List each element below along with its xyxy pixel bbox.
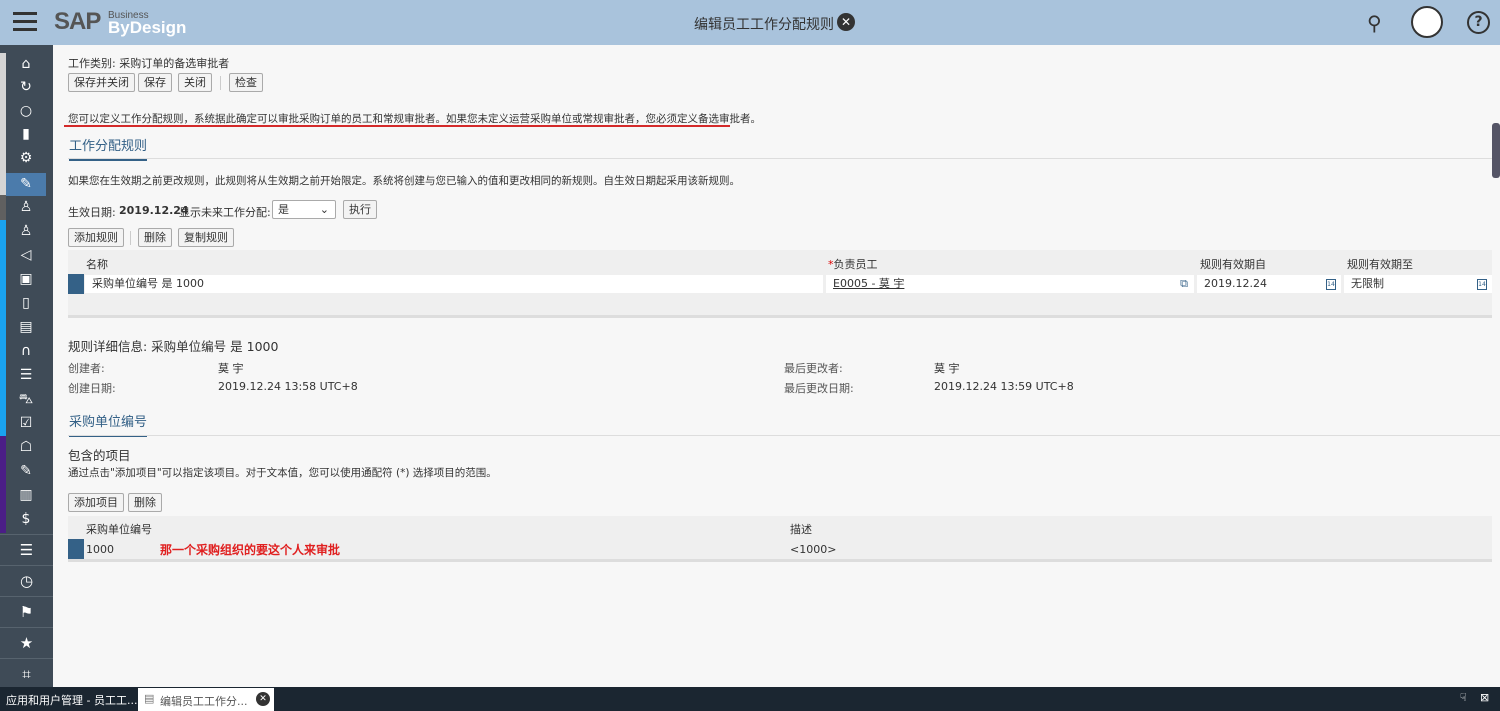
- side-panel-handle[interactable]: [1492, 123, 1500, 178]
- invoice-icon[interactable]: ▯: [6, 292, 46, 315]
- row-selector[interactable]: [68, 274, 84, 294]
- headset-icon[interactable]: ∩: [6, 340, 46, 363]
- taskbar: 应用和用户管理 - 员工工... ▤ 编辑员工工作分... ✕ ☟ ⊠: [0, 687, 1500, 711]
- effective-date-label: 生效日期:: [68, 206, 116, 219]
- expense-icon[interactable]: $: [6, 508, 46, 531]
- sap-logo: SAP Business ByDesign: [54, 8, 187, 37]
- divider: [68, 158, 1500, 159]
- info-text: 您可以定义工作分配规则，系统据此确定可以审批采购订单的员工和常规审批者。如果您未…: [68, 113, 761, 125]
- taskbar-tab[interactable]: 应用和用户管理 - 员工工...: [6, 692, 137, 708]
- document-icon: ▤: [144, 692, 155, 705]
- menu-icon[interactable]: [13, 12, 37, 32]
- add-item-button[interactable]: 添加项目: [68, 493, 124, 512]
- items-table: 采购单位编号 描述 1000 那一个采购组织的要这个人来审批 <1000>: [68, 516, 1492, 562]
- save-close-button[interactable]: 保存并关闭: [68, 73, 135, 92]
- employee-cost-icon[interactable]: ▤: [6, 316, 46, 339]
- items-title: 包含的项目: [68, 448, 131, 463]
- valid-to-field[interactable]: 无限制 14: [1344, 275, 1492, 293]
- changed-by: 莫 宇: [934, 362, 960, 375]
- delete-rule-button[interactable]: 删除: [138, 228, 172, 247]
- car-icon[interactable]: ⛍: [6, 388, 46, 411]
- flag-icon[interactable]: ⚑: [0, 596, 53, 627]
- calendar-icon[interactable]: 14: [1326, 279, 1336, 290]
- user-edit-icon[interactable]: ✎: [6, 173, 46, 196]
- valid-from-field[interactable]: 2019.12.24 14: [1197, 275, 1341, 293]
- divider: [68, 435, 1500, 436]
- changed-on-label: 最后更改日期:: [784, 382, 854, 395]
- favorites-icon[interactable]: ★: [0, 627, 53, 658]
- gears-icon[interactable]: ⚙: [6, 147, 46, 170]
- edit-doc-icon[interactable]: ✎: [6, 460, 46, 483]
- annotation-underline: [64, 125, 730, 127]
- save-button[interactable]: 保存: [138, 73, 172, 92]
- clipboard-check-icon[interactable]: ☑: [6, 412, 46, 435]
- list-icon[interactable]: ☰: [0, 534, 53, 565]
- annotation-text: 那一个采购组织的要这个人来审批: [160, 543, 341, 557]
- megaphone-icon[interactable]: ◁: [6, 244, 46, 267]
- divider: [220, 76, 221, 90]
- tab-label: 编辑员工工作分...: [160, 695, 248, 708]
- refresh-icon[interactable]: ↻: [6, 76, 46, 99]
- pin-icon[interactable]: ☟: [1460, 691, 1467, 704]
- created-on-label: 创建日期:: [68, 382, 116, 395]
- rules-table: 名称 *负责员工 规则有效期自 规则有效期至 采购单位编号 是 1000 E00…: [68, 250, 1492, 318]
- handshake-icon[interactable]: ☖: [6, 436, 46, 459]
- chevron-down-icon: ⌄: [319, 203, 329, 216]
- taskbar-tab-active[interactable]: ▤ 编辑员工工作分... ✕: [138, 688, 274, 711]
- future-label: 显示未来工作分配:: [179, 206, 271, 219]
- tag-icon[interactable]: ⌗: [0, 658, 53, 689]
- close-button[interactable]: 关闭: [178, 73, 212, 92]
- tab-purchasing-unit[interactable]: 采购单位编号: [69, 411, 148, 437]
- shell-header: SAP Business ByDesign 编辑员工工作分配规则 ✕ ⚲ ?: [0, 0, 1500, 45]
- items-hint: 通过点击"添加项目"可以指定该项目。对于文本值，您可以使用通配符 (*) 选择项…: [68, 467, 497, 479]
- clock-icon[interactable]: ◷: [0, 565, 53, 596]
- copy-rule-button[interactable]: 复制规则: [178, 228, 234, 247]
- check-button[interactable]: 检查: [229, 73, 263, 92]
- delete-item-button[interactable]: 删除: [128, 493, 162, 512]
- main-content: 工作类别: 采购订单的备选审批者 保存并关闭 保存 关闭 检查 您可以定义工作分…: [53, 45, 1500, 687]
- add-rule-button[interactable]: 添加规则: [68, 228, 124, 247]
- org-icon[interactable]: ♙: [6, 196, 46, 219]
- work-category: 工作类别: 采购订单的备选审批者: [68, 57, 230, 70]
- column-header: 规则有效期至: [1347, 258, 1413, 271]
- created-by-label: 创建者:: [68, 362, 105, 375]
- item-description: <1000>: [790, 543, 837, 556]
- close-window-icon[interactable]: ⊠: [1480, 691, 1489, 704]
- rule-name[interactable]: 采购单位编号 是 1000: [85, 275, 823, 293]
- column-header: 采购单位编号: [86, 523, 152, 536]
- item-id[interactable]: 1000: [86, 543, 114, 556]
- column-header: 描述: [790, 523, 812, 536]
- changed-by-label: 最后更改者:: [784, 362, 843, 375]
- close-icon[interactable]: ✕: [256, 692, 270, 706]
- column-header: 名称: [86, 258, 108, 271]
- sidebar: ⌂ ↻ ○ ▮ ⚙ ✎ ♙ ♙ ◁ ▣ ▯ ▤ ∩ ☰ ⛍ ☑ ☖ ✎ ▥ $ …: [0, 45, 53, 687]
- value-help-icon[interactable]: ⧉: [1180, 275, 1188, 293]
- column-header: *负责员工: [828, 258, 878, 271]
- chart-icon[interactable]: ▮: [6, 123, 46, 146]
- help-icon[interactable]: ?: [1467, 11, 1490, 34]
- column-header: 规则有效期自: [1200, 258, 1266, 271]
- employee-link[interactable]: E0005 - 莫 宇 ⧉: [826, 275, 1194, 293]
- details-title: 规则详细信息: 采购单位编号 是 1000: [68, 339, 279, 354]
- user-list-icon[interactable]: ♙: [6, 220, 46, 243]
- row-selector[interactable]: [68, 539, 84, 559]
- page-title: 编辑员工工作分配规则: [694, 17, 834, 33]
- circle-icon[interactable]: ○: [6, 100, 46, 123]
- created-on: 2019.12.24 13:58 UTC+8: [218, 380, 358, 393]
- receipt-icon[interactable]: ▥: [6, 484, 46, 507]
- contact-card-icon[interactable]: ▣: [6, 268, 46, 291]
- search-icon[interactable]: ⚲: [1367, 11, 1382, 35]
- calendar-icon[interactable]: 14: [1477, 279, 1487, 290]
- checklist-icon[interactable]: ☰: [6, 364, 46, 387]
- divider: [130, 231, 131, 245]
- changed-on: 2019.12.24 13:59 UTC+8: [934, 380, 1074, 393]
- future-select[interactable]: 是 ⌄: [272, 200, 336, 219]
- close-icon[interactable]: ✕: [837, 13, 855, 31]
- rules-hint: 如果您在生效期之前更改规则，此规则将从生效期之前开始限定。系统将创建与您已输入的…: [68, 175, 740, 187]
- home-icon[interactable]: ⌂: [6, 53, 46, 76]
- avatar[interactable]: [1411, 6, 1443, 38]
- created-by: 莫 宇: [218, 362, 244, 375]
- execute-button[interactable]: 执行: [343, 200, 377, 219]
